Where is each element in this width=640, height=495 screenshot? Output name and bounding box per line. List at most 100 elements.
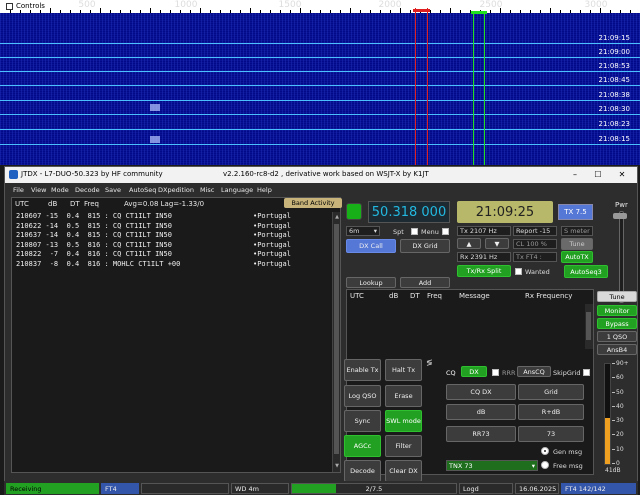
waterfall-period-line	[0, 129, 640, 130]
tx-frequency-field[interactable]: Tx 2107 Hz	[457, 226, 511, 236]
decode-row[interactable]: 210807 -13 0.5 816 : CQ CT1ILT IN50 •Port…	[16, 241, 291, 249]
menu-item-file[interactable]: File	[13, 186, 24, 194]
decode-text: 210622 -14 0.5 815 : CQ CT1ILT IN50	[16, 221, 172, 230]
decode-country: •Portugal	[253, 250, 291, 259]
s-meter-field[interactable]: S meter	[561, 226, 593, 236]
scroll-down-icon[interactable]: ▼	[333, 463, 341, 469]
ansb4-button[interactable]: AnsB4	[597, 344, 637, 355]
meter-mark: 20	[616, 431, 624, 439]
enable-tx-button[interactable]: Enable Tx	[344, 359, 381, 381]
free-msg-radio[interactable]	[541, 461, 549, 469]
73-button[interactable]: 73	[518, 426, 584, 442]
filter-button[interactable]: Filter	[385, 435, 422, 457]
scroll-up-icon[interactable]: ▲	[333, 214, 341, 220]
erase-button[interactable]: Erase	[385, 385, 422, 407]
tx-freq-down-button[interactable]: ▼	[485, 238, 509, 249]
spt-label: Spt	[393, 228, 404, 236]
menu-item-autoseq[interactable]: AutoSeq	[129, 186, 156, 194]
r-db-button[interactable]: R+dB	[518, 404, 584, 420]
decode-row[interactable]: 210607 -15 0.4 815 : CQ CT1ILT IN50 •Port…	[16, 212, 291, 220]
tx-frequency-marker[interactable]	[473, 13, 485, 165]
decode-count-status: FT4 142/142	[561, 483, 636, 494]
tx-freq-up-button[interactable]: ▲	[457, 238, 481, 249]
tune-disabled-button[interactable]: Tune	[561, 238, 593, 250]
halt-tx-button[interactable]: Halt Tx	[385, 359, 422, 381]
skip-grid-checkbox[interactable]	[583, 369, 590, 376]
cq-dx-button[interactable]: CQ DX	[446, 384, 516, 400]
menu-checkbox[interactable]	[442, 228, 449, 235]
menu-item-save[interactable]: Save	[105, 186, 121, 194]
menu-item-decode[interactable]: Decode	[75, 186, 100, 194]
menu-item-misc[interactable]: Misc	[200, 186, 214, 194]
sync-button[interactable]: Sync	[344, 410, 381, 432]
spt-checkbox[interactable]	[411, 228, 418, 235]
maximize-button[interactable]: ☐	[591, 168, 605, 181]
scroll-thumb[interactable]	[334, 224, 339, 454]
waterfall-period-line	[0, 144, 640, 145]
meter-value: 41dB	[605, 467, 621, 474]
decode-row[interactable]: 210637 -14 0.4 815 : CQ CT1ILT IN50 •Port…	[16, 231, 291, 239]
free-msg-select[interactable]: TNX 73 ▾	[446, 460, 538, 471]
power-on-indicator[interactable]	[346, 203, 362, 220]
rx-frequency-field[interactable]: Rx 2391 Hz	[457, 252, 511, 262]
rr73-button[interactable]: RR73	[446, 426, 516, 442]
grid-button[interactable]: Grid	[518, 384, 584, 400]
close-button[interactable]: ✕	[615, 168, 629, 181]
band-activity-scrollbar[interactable]: ▲ ▼	[332, 212, 340, 472]
monitor-button[interactable]: Monitor	[597, 305, 637, 316]
cl-field[interactable]: CL 100 %	[513, 239, 557, 249]
decode-row[interactable]: 210622 -14 0.5 815 : CQ CT1ILT IN50 •Port…	[16, 221, 291, 230]
decode-row[interactable]: 210837 -8 0.4 816 : MOHLC CT1ILT +00 •Por…	[16, 260, 291, 268]
status-bar: Receiving FT4 WD 4m 2/7.5 Logd 16.06.202…	[4, 481, 638, 495]
waterfall-controls-toggle[interactable]: Controls	[6, 2, 45, 10]
auto-tx-button[interactable]: AutoTX	[561, 251, 593, 263]
agcc-button[interactable]: AGCc	[344, 435, 381, 457]
pwr-slider-handle[interactable]	[613, 213, 627, 219]
auto-seq-button[interactable]: AutoSeq3	[564, 265, 608, 278]
menu-item-help[interactable]: Help	[257, 186, 272, 194]
wanted-checkbox[interactable]	[515, 268, 522, 275]
meter-mark: 30	[616, 417, 624, 425]
band-activity-list[interactable]: 210607 -15 0.4 815 : CQ CT1ILT IN50 •Port…	[14, 212, 330, 470]
menu-item-view[interactable]: View	[31, 186, 46, 194]
chevron-down-icon: ▾	[531, 461, 535, 470]
add-button[interactable]: Add	[400, 277, 450, 288]
report-field[interactable]: Report -15	[513, 226, 557, 236]
dx-call-field[interactable]: DX Call	[346, 239, 396, 253]
gen-msg-radio[interactable]	[541, 447, 549, 455]
decode-text: 210822 -7 0.4 816 : CQ CT1ILT IN50	[16, 250, 172, 259]
menu-item-mode[interactable]: Mode	[51, 186, 69, 194]
band-select[interactable]: 6m ▾	[346, 226, 380, 236]
ans-cq-button[interactable]: AnsCQ	[517, 366, 551, 377]
meter-level-fill	[605, 418, 610, 464]
window-title: JTDX - L7-DUO-50.323 by HF community	[21, 170, 163, 178]
1-qso-button[interactable]: 1 QSO	[597, 331, 637, 342]
menu-item-dxpedition[interactable]: DXpedition	[158, 186, 194, 194]
pwr-slider-track[interactable]	[619, 211, 624, 303]
tx-ft4-field[interactable]: Tx FT4 :	[513, 252, 557, 262]
rx-frequency-marker[interactable]	[415, 8, 428, 165]
menu-item-language[interactable]: Language	[221, 186, 253, 194]
tune-button[interactable]: Tune	[597, 291, 637, 302]
gen-msg-label: Gen msg	[553, 448, 583, 456]
dx-button[interactable]: DX	[461, 366, 487, 377]
band-activity-button[interactable]: Band Activity	[284, 198, 342, 208]
bypass-button[interactable]: Bypass	[597, 318, 637, 329]
waterfall-display[interactable]: 21:09:15 21:09:00 21:08:53 21:08:45 21:08:38…	[0, 13, 640, 165]
log-qso-button[interactable]: Log QSO	[344, 385, 381, 407]
minimize-button[interactable]: –	[568, 168, 582, 181]
decode-row[interactable]: 210822 -7 0.4 816 : CQ CT1ILT IN50 •Portu…	[16, 250, 291, 259]
clear-dx-button[interactable]: Clear DX	[385, 460, 422, 482]
swl-mode-button[interactable]: SWL mode	[385, 410, 422, 432]
controls-checkbox[interactable]	[6, 2, 13, 10]
tx-rx-split-button[interactable]: Tx/Rx Split	[457, 265, 511, 277]
rx-frequency-scrollbar[interactable]	[585, 304, 593, 349]
frequency-display[interactable]: 50.318 000	[368, 201, 450, 223]
db-button[interactable]: dB	[446, 404, 516, 420]
decode-button[interactable]: Decode	[344, 460, 381, 482]
rrr-checkbox[interactable]	[492, 369, 499, 376]
waterfall-signal-trace	[150, 136, 160, 143]
lookup-button[interactable]: Lookup	[346, 277, 396, 288]
dx-grid-field[interactable]: DX Grid	[400, 239, 450, 253]
rx-scroll-thumb[interactable]	[586, 312, 591, 340]
